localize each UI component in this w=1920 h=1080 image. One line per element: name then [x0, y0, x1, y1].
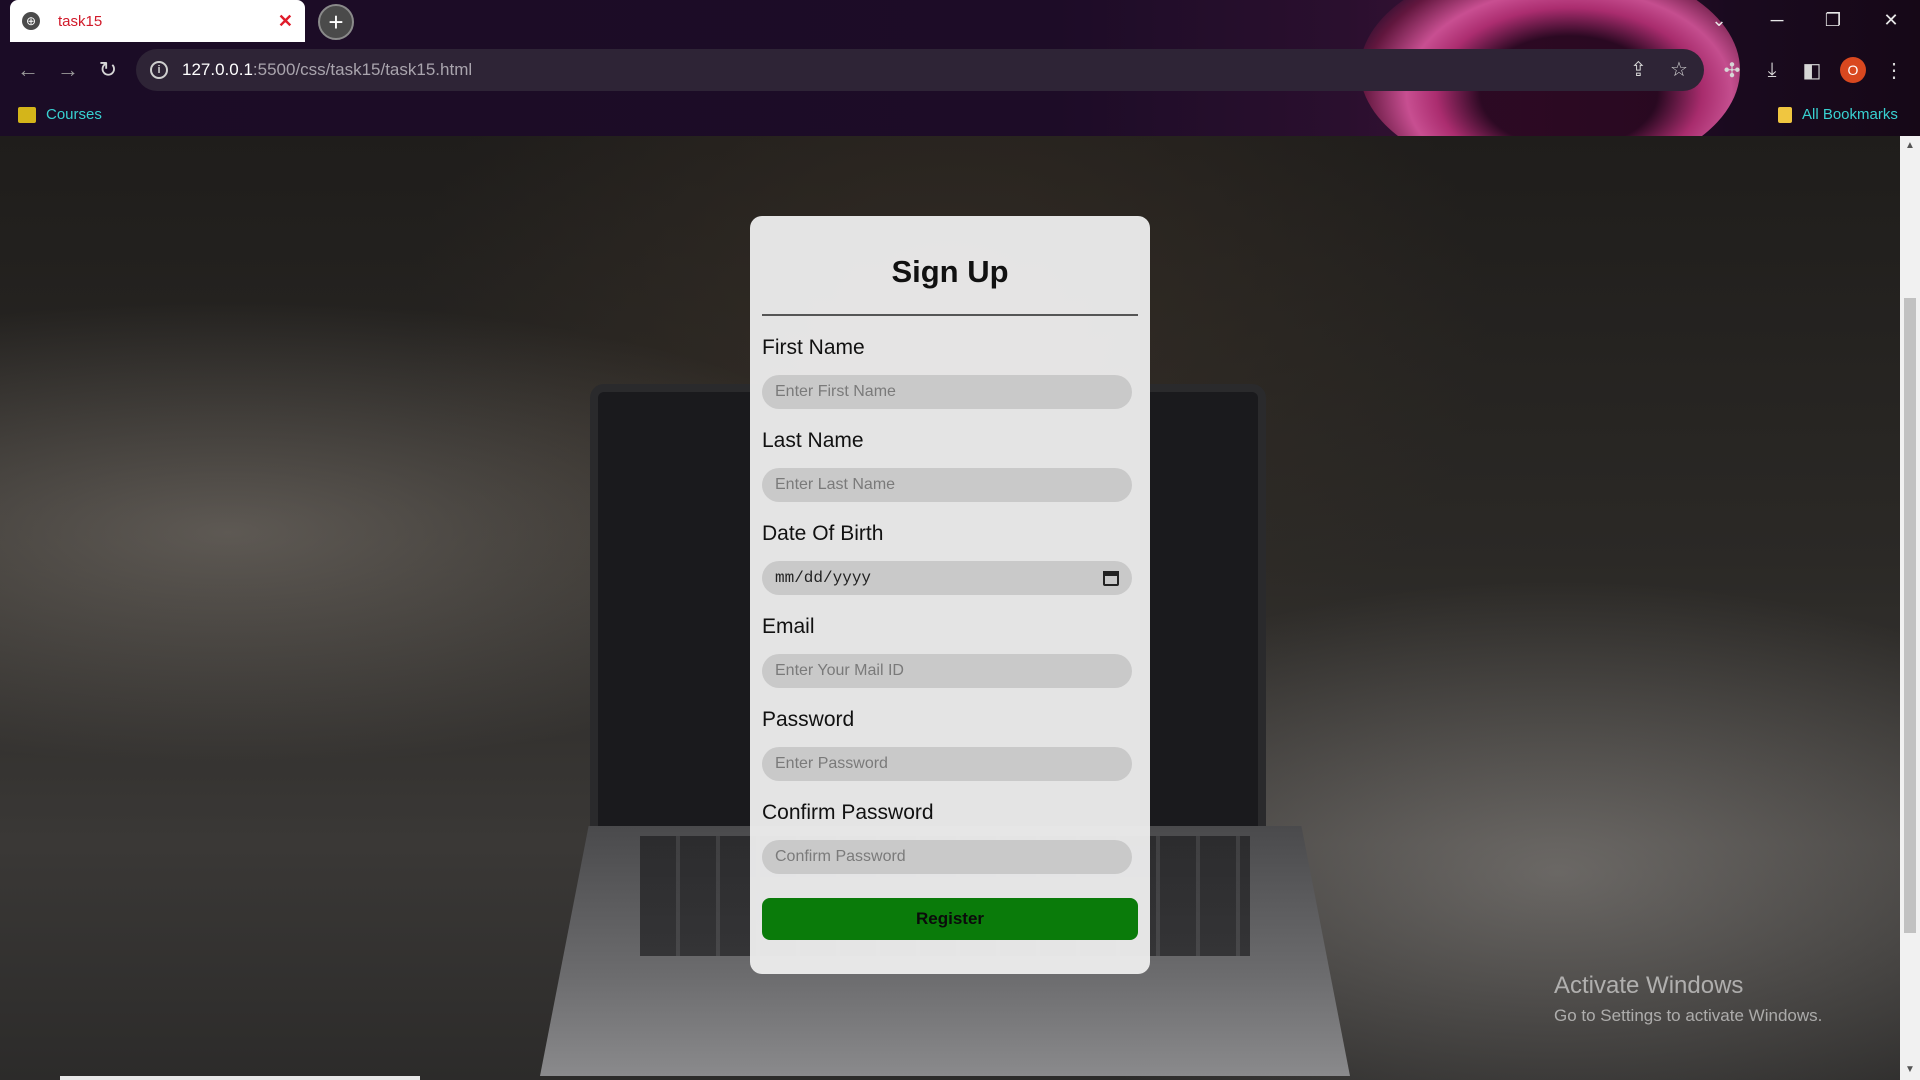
new-tab-button[interactable]: + — [318, 4, 354, 40]
bookmark-star-icon[interactable]: ☆ — [1670, 57, 1688, 82]
dob-label: Date Of Birth — [762, 522, 884, 545]
restore-icon[interactable]: ❐ — [1808, 0, 1858, 40]
tab-search-chevron-icon[interactable]: ⌄ — [1694, 0, 1744, 40]
last-name-label: Last Name — [762, 429, 864, 452]
bookmark-courses-label: Courses — [46, 106, 102, 123]
url-path: :5500/css/task15/task15.html — [252, 60, 473, 79]
extensions-puzzle-icon[interactable]: ✣ — [1716, 54, 1748, 86]
activate-windows-watermark: Activate Windows Go to Settings to activ… — [1554, 972, 1822, 1026]
email-input[interactable] — [762, 654, 1132, 688]
horizontal-scrollbar-thumb[interactable] — [60, 1076, 420, 1080]
confirm-password-input[interactable] — [762, 840, 1132, 874]
close-tab-icon[interactable]: ✕ — [278, 11, 293, 32]
url-text: 127.0.0.1:5500/css/task15/task15.html — [182, 60, 472, 80]
password-input[interactable] — [762, 747, 1132, 781]
back-arrow-icon[interactable]: ← — [12, 54, 44, 86]
reload-icon[interactable]: ↻ — [92, 54, 124, 86]
last-name-input[interactable] — [762, 468, 1132, 502]
minimize-icon[interactable]: ─ — [1752, 0, 1802, 40]
folder-icon — [1778, 106, 1792, 123]
activate-windows-title: Activate Windows — [1554, 972, 1744, 999]
menu-kebab-icon[interactable]: ⋮ — [1878, 54, 1910, 86]
tab-task15[interactable]: ⊕ task15 ✕ — [10, 0, 305, 42]
globe-icon: ⊕ — [22, 12, 40, 30]
dob-placeholder: mm/dd/yyyy — [775, 569, 872, 587]
browser-chrome: ⊕ task15 ✕ + ⌄ ─ ❐ ✕ ← → ↻ i 127.0.0.1:5… — [0, 0, 1920, 136]
dob-date-input[interactable]: mm/dd/yyyy — [762, 561, 1132, 595]
first-name-input[interactable] — [762, 375, 1132, 409]
register-button[interactable]: Register — [762, 898, 1138, 940]
site-info-icon[interactable]: i — [150, 61, 168, 79]
close-window-icon[interactable]: ✕ — [1866, 0, 1916, 40]
all-bookmarks[interactable]: All Bookmarks — [1778, 106, 1898, 123]
title-divider — [762, 314, 1138, 316]
bookmark-courses[interactable]: Courses — [18, 106, 102, 123]
confirm-password-label: Confirm Password — [762, 801, 934, 824]
share-icon[interactable]: ⇪ — [1630, 57, 1647, 82]
password-label: Password — [762, 708, 855, 731]
scroll-down-arrow-icon[interactable]: ▼ — [1904, 1064, 1916, 1075]
all-bookmarks-label: All Bookmarks — [1802, 106, 1898, 123]
scroll-up-arrow-icon[interactable]: ▲ — [1904, 140, 1916, 151]
signup-form: Sign Up First Name Last Name Date Of Bir… — [750, 216, 1150, 974]
bookmark-image-icon — [18, 106, 36, 123]
first-name-label: First Name — [762, 336, 865, 359]
address-bar[interactable]: i 127.0.0.1:5500/css/task15/task15.html … — [136, 49, 1704, 91]
activate-windows-subtitle: Go to Settings to activate Windows. — [1554, 1006, 1823, 1025]
scrollbar-thumb[interactable] — [1904, 298, 1916, 933]
tab-title: task15 — [58, 12, 103, 30]
bookmarks-bar: Courses All Bookmarks — [0, 98, 1920, 136]
vertical-scrollbar[interactable]: ▲ ▼ — [1900, 136, 1920, 1080]
toolbar: ← → ↻ i 127.0.0.1:5500/css/task15/task15… — [0, 42, 1920, 98]
form-title: Sign Up — [891, 254, 1009, 289]
url-host: 127.0.0.1 — [182, 60, 253, 79]
forward-arrow-icon[interactable]: → — [52, 54, 84, 86]
download-icon[interactable]: ⤓ — [1756, 54, 1788, 86]
email-label: Email — [762, 615, 815, 638]
side-panel-icon[interactable]: ◧ — [1796, 54, 1828, 86]
profile-avatar[interactable]: O — [1840, 57, 1866, 83]
calendar-icon[interactable] — [1103, 570, 1119, 586]
